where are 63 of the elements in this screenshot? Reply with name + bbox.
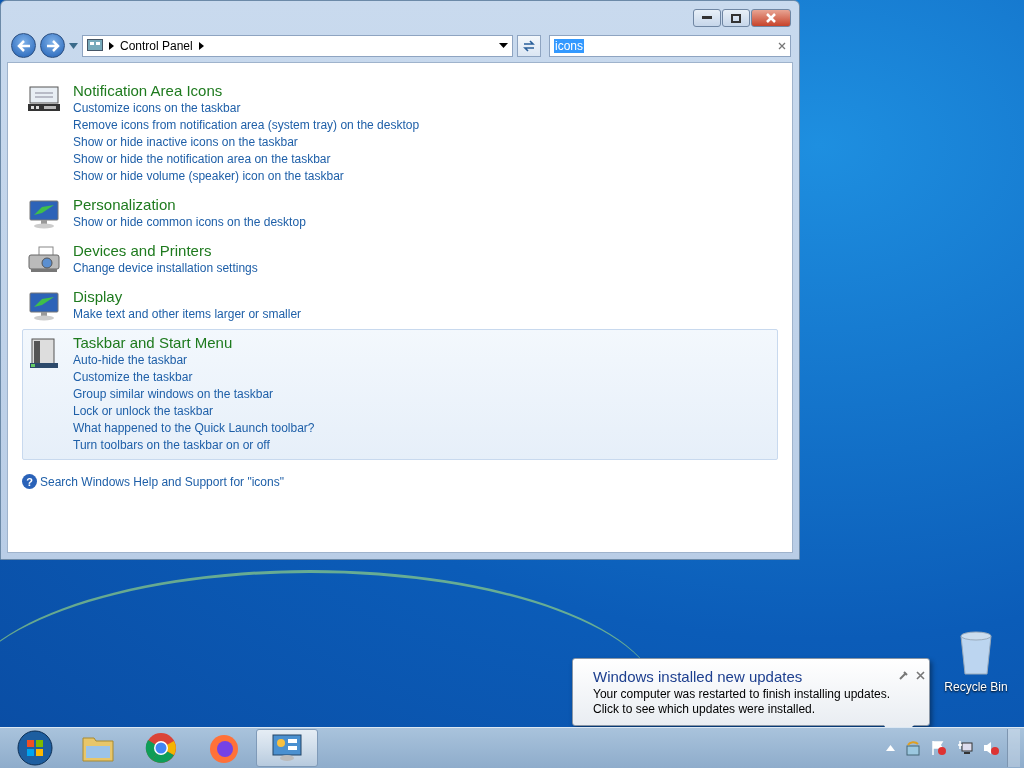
control-panel-icon <box>87 38 103 53</box>
close-icon <box>766 13 776 23</box>
chrome-icon[interactable] <box>145 732 177 764</box>
taskbar-button[interactable] <box>256 729 318 767</box>
taskbar-settings-icon <box>28 337 60 369</box>
flag-warning-icon[interactable] <box>931 740 947 756</box>
start-orb-icon[interactable] <box>17 730 53 766</box>
notification-tray-icon <box>28 85 60 113</box>
category-heading[interactable]: Personalization <box>73 195 306 214</box>
wrench-icon[interactable] <box>898 671 909 681</box>
highlighted-result[interactable] <box>22 329 778 460</box>
network-icon[interactable] <box>957 740 973 756</box>
task-link[interactable]: Change device installation settings <box>73 260 258 277</box>
firefox-icon[interactable] <box>208 732 240 764</box>
minimize-icon <box>702 16 712 20</box>
dropdown-icon[interactable] <box>499 43 508 48</box>
forward-button[interactable] <box>40 33 65 58</box>
volume-muted-icon[interactable] <box>983 740 999 756</box>
task-link[interactable]: Show or hide inactive icons on the taskbar <box>73 134 420 151</box>
task-link[interactable]: Group similar windows on the taskbar <box>73 386 315 403</box>
desktop-icon-label[interactable]: Recycle Bin <box>944 680 1008 694</box>
task-link[interactable]: Show or hide volume (speaker) icon on the taskbar <box>73 168 420 185</box>
chevron-icon[interactable] <box>109 41 114 50</box>
control-panel-icon[interactable] <box>271 733 303 763</box>
balloon-title: Windows installed new updates <box>593 667 804 687</box>
close-button[interactable] <box>751 9 791 27</box>
chevron-icon[interactable] <box>198 41 204 50</box>
printer-icon <box>27 245 61 275</box>
category-heading[interactable]: Display <box>73 287 302 306</box>
monitor-icon <box>28 199 60 229</box>
task-link[interactable]: Auto-hide the taskbar <box>73 352 315 369</box>
close-icon[interactable] <box>916 671 926 680</box>
task-link[interactable]: Make text and other items larger or smaller <box>73 306 302 323</box>
back-arrow-icon <box>16 39 31 52</box>
back-button[interactable] <box>11 33 36 58</box>
help-icon: ? <box>22 474 37 489</box>
forward-arrow-icon <box>45 39 60 52</box>
balloon-message: Click to see which updates were installed. <box>593 702 817 717</box>
help-link[interactable]: Search Windows Help and Support for "icons" <box>40 474 284 489</box>
maximize-icon <box>731 13 741 23</box>
notification-balloon[interactable]: Windows installed new updates Your computer was restarted to finish installing updates. Click to see which updates were installed. <box>572 658 930 726</box>
task-link[interactable]: What happened to the Quick Launch toolbar? <box>73 420 315 437</box>
balloon-message: Your computer was restarted to finish installing updates. <box>593 687 891 702</box>
task-link[interactable]: Show or hide the notification area on the taskbar <box>73 151 420 168</box>
monitor-icon <box>28 291 60 321</box>
task-link[interactable]: Turn toolbars on the taskbar on or off <box>73 437 315 454</box>
task-link[interactable]: Show or hide common icons on the desktop <box>73 214 306 231</box>
task-link[interactable]: Customize the taskbar <box>73 369 315 386</box>
task-link[interactable]: Remove icons from notification area (system tray) on the desktop <box>73 117 420 134</box>
category-heading[interactable]: Devices and Printers <box>73 241 258 260</box>
address-bar[interactable]: Control Panel <box>82 34 513 57</box>
refresh-button[interactable] <box>517 34 541 57</box>
category-heading[interactable]: Notification Area Icons <box>73 81 420 100</box>
refresh-icon <box>522 38 536 53</box>
maximize-button[interactable] <box>722 9 750 27</box>
task-link[interactable]: Customize icons on the taskbar <box>73 100 420 117</box>
breadcrumb[interactable]: Control Panel <box>120 38 193 53</box>
search-text: icons <box>554 38 584 53</box>
recycle-bin-icon[interactable] <box>957 630 995 676</box>
clear-icon[interactable] <box>778 41 786 50</box>
category-heading[interactable]: Taskbar and Start Menu <box>73 333 315 352</box>
minimize-button[interactable] <box>693 9 721 27</box>
task-link[interactable]: Lock or unlock the taskbar <box>73 403 315 420</box>
